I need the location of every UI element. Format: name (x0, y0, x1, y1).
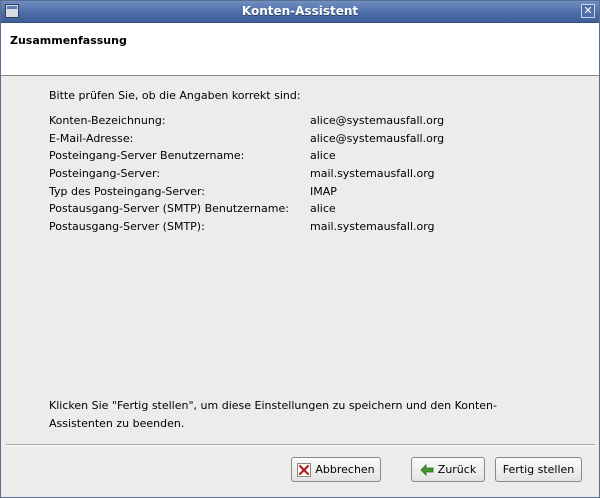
close-icon: ✕ (583, 4, 593, 17)
separator (6, 444, 595, 446)
x-icon (297, 462, 312, 477)
back-button[interactable]: Zurück (411, 457, 485, 482)
summary-value: alice (310, 149, 336, 163)
finish-button[interactable]: Fertig stellen (495, 457, 582, 482)
page-title: Zusammenfassung (10, 34, 127, 47)
summary-value: alice (310, 202, 336, 216)
summary-value: alice@systemausfall.org (310, 114, 445, 127)
summary-value: alice@systemausfall.org (310, 131, 445, 145)
cancel-label: Abbrechen (315, 463, 375, 476)
title-bar[interactable]: Konten-Assistent ✕ (1, 1, 599, 23)
window-title: Konten-Assistent (241, 4, 359, 18)
summary-label: Typ des Posteingang-Server: (49, 184, 206, 198)
summary-value: mail.systemausfall.org (310, 167, 435, 181)
summary-label: Postausgang-Server (SMTP): (49, 220, 205, 234)
intro-text: Bitte prüfen Sie, ob die Angaben korrekt… (49, 89, 301, 102)
finish-instructions: Klicken Sie "Fertig stellen", um diese E… (49, 399, 497, 430)
back-label: Zurück (437, 463, 477, 476)
summary-value: mail.systemausfall.org (310, 220, 435, 234)
arrow-left-icon (420, 463, 434, 476)
summary-label: E-Mail-Adresse: (49, 131, 134, 145)
finish-label: Fertig stellen (502, 463, 575, 476)
summary-label: Posteingang-Server Benutzername: (49, 149, 245, 163)
cancel-button[interactable]: Abbrechen (291, 457, 381, 482)
wizard-window: Konten-Assistent ✕ Zusammenfassung Bitte… (0, 0, 600, 498)
summary-label: Postausgang-Server (SMTP) Benutzername: (49, 202, 289, 216)
summary-value: IMAP (310, 184, 337, 198)
wizard-header: Zusammenfassung (1, 23, 599, 76)
summary-label: Konten-Bezeichnung: (49, 114, 166, 127)
summary-label: Posteingang-Server: (49, 167, 161, 181)
close-button[interactable]: ✕ (581, 4, 595, 18)
